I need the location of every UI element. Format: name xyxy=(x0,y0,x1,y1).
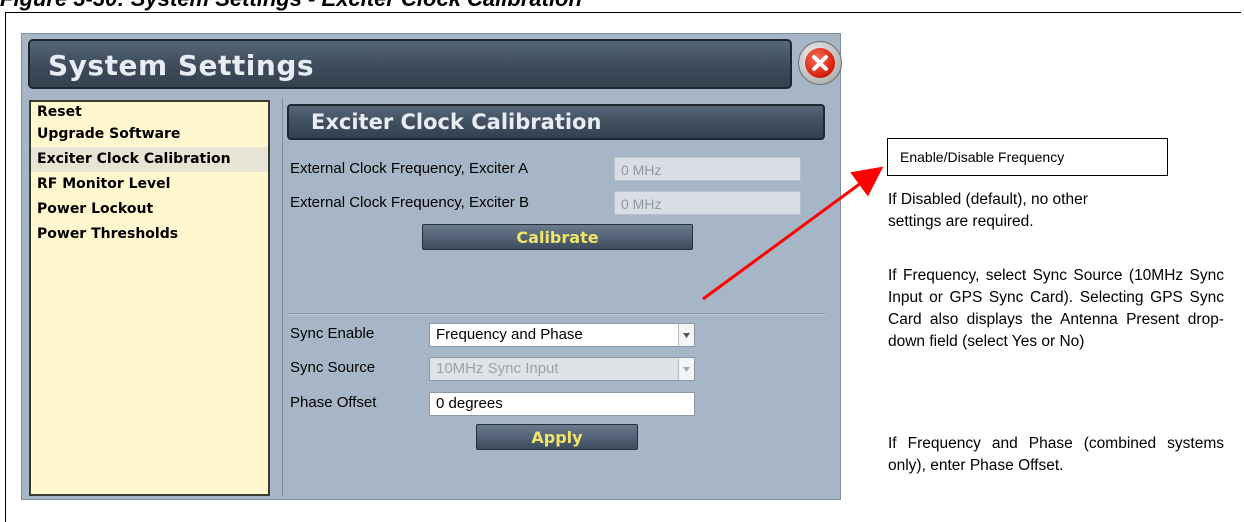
help-para-frequency-phase: If Frequency and Phase (combined systems… xyxy=(888,435,1224,474)
help-para-frequency: If Frequency, select Sync Source (10MHz … xyxy=(888,267,1224,350)
help-para-disabled-line1: If Disabled (default), no other xyxy=(888,191,1088,208)
help-para-disabled: If Disabled (default), no other settings… xyxy=(888,189,1224,233)
help-para-disabled-line2: settings are required. xyxy=(888,213,1034,230)
callout-box: Enable/Disable Frequency xyxy=(887,138,1168,176)
